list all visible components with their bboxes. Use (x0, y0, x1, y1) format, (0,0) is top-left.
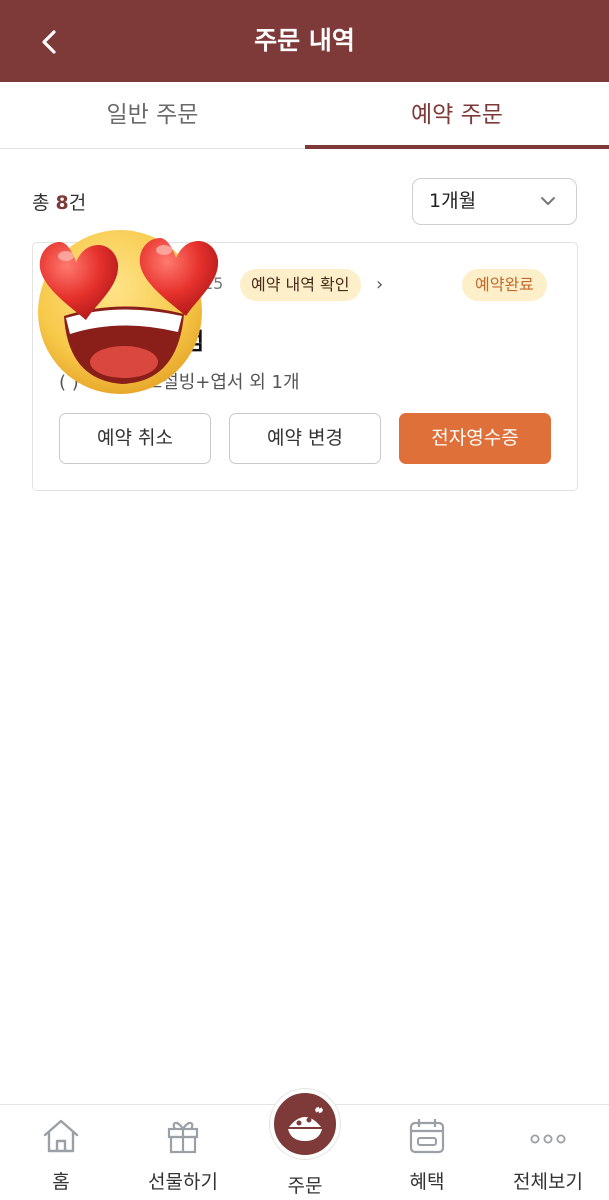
nav-gift[interactable]: 선물하기 (122, 1105, 244, 1200)
heart-eyes-emoji (38, 230, 219, 394)
app-header: 주문 내역 (0, 0, 609, 82)
tab-reservation-order[interactable]: 예약 주문 (305, 82, 609, 149)
total-count: 총 8건 (32, 188, 86, 215)
nav-label: 홈 (52, 1171, 70, 1193)
nav-label: 전체보기 (513, 1171, 583, 1193)
back-button[interactable] (30, 22, 70, 62)
chevron-left-icon (42, 30, 56, 54)
more-icon (530, 1134, 566, 1144)
home-icon (43, 1119, 79, 1153)
bottom-navigation: 홈 선물하기 주문 혜택 전체보기 (0, 1089, 609, 1200)
calendar-icon (409, 1119, 445, 1154)
total-number: 8 (55, 192, 69, 214)
nav-benefit[interactable]: 혜택 (366, 1105, 488, 1200)
chevron-down-icon (541, 197, 555, 205)
chevron-right-icon[interactable]: › (376, 274, 383, 295)
total-prefix: 총 (32, 192, 56, 214)
cancel-reservation-button[interactable]: 예약 취소 (59, 413, 211, 464)
bingsu-icon (288, 1106, 323, 1141)
nav-label: 주문 (287, 1175, 323, 1197)
order-tabs: 일반 주문 예약 주문 (0, 82, 609, 149)
period-dropdown[interactable]: 1개월 (412, 178, 577, 225)
reservation-detail-link[interactable]: 예약 내역 확인 (240, 269, 361, 301)
nav-label: 선물하기 (148, 1171, 218, 1193)
nav-more[interactable]: 전체보기 (487, 1105, 609, 1200)
tab-general-order[interactable]: 일반 주문 (0, 82, 305, 149)
nav-label: 혜택 (409, 1171, 445, 1193)
page-title: 주문 내역 (254, 26, 355, 55)
period-selected-value: 1개월 (429, 190, 477, 212)
nav-home[interactable]: 홈 (0, 1105, 122, 1200)
total-suffix: 건 (68, 192, 87, 214)
nav-order[interactable]: 주문 (244, 1089, 366, 1200)
status-badge: 예약완료 (462, 269, 547, 301)
change-reservation-button[interactable]: 예약 변경 (229, 413, 381, 464)
gift-icon (167, 1121, 199, 1154)
e-receipt-button[interactable]: 전자영수증 (399, 413, 551, 464)
order-center-button (270, 1089, 340, 1159)
